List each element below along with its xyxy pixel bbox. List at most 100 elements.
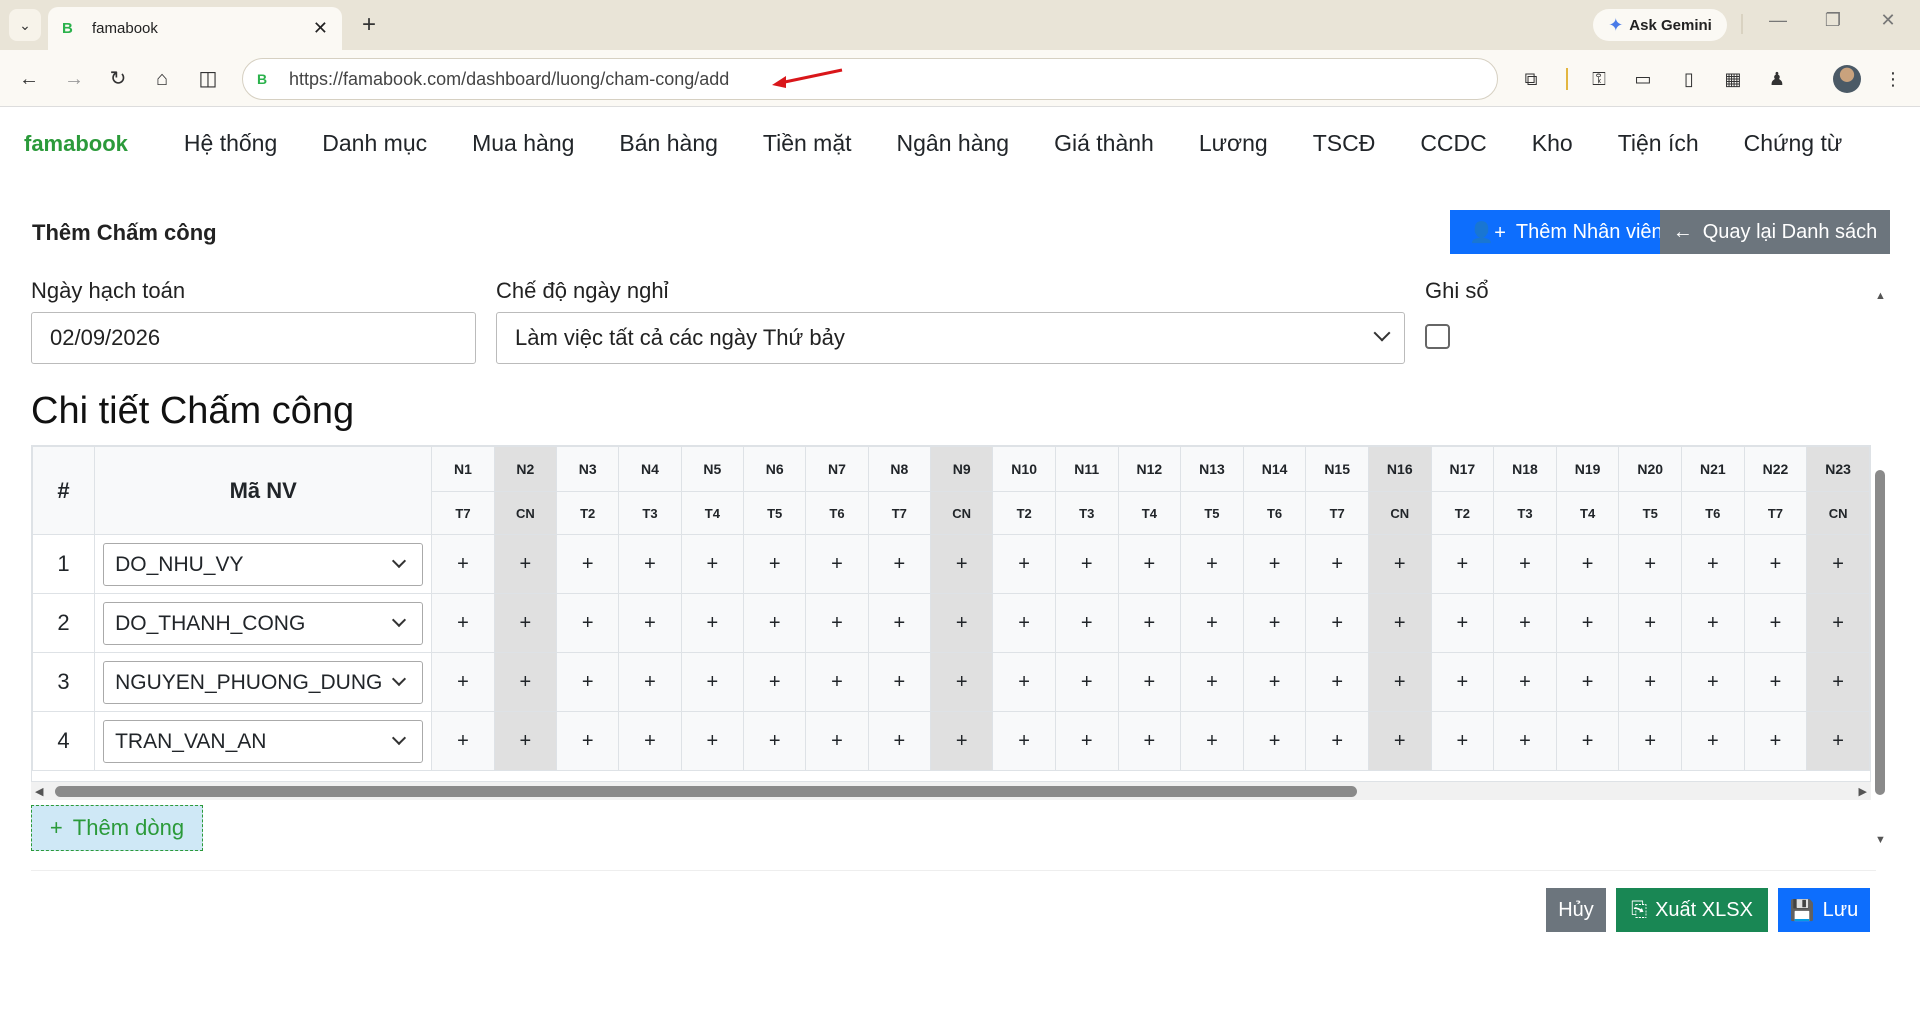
- attendance-cell[interactable]: +: [1681, 711, 1745, 771]
- scroll-down-icon[interactable]: ▼: [1875, 834, 1886, 846]
- attendance-cell[interactable]: +: [1806, 652, 1870, 712]
- attendance-cell[interactable]: +: [431, 711, 495, 771]
- attendance-cell[interactable]: +: [805, 711, 869, 771]
- attendance-cell[interactable]: +: [1618, 652, 1683, 712]
- attendance-cell[interactable]: +: [556, 652, 620, 712]
- attendance-cell[interactable]: +: [1618, 711, 1683, 771]
- add-row-button[interactable]: + Thêm dòng: [31, 805, 203, 851]
- forward-icon[interactable]: →: [60, 65, 88, 93]
- incognito-icon[interactable]: ♟: [1764, 66, 1790, 92]
- table-icon[interactable]: ▦: [1720, 66, 1746, 92]
- url-text[interactable]: https://famabook.com/dashboard/luong/cha…: [289, 69, 729, 90]
- address-bar[interactable]: B https://famabook.com/dashboard/luong/c…: [242, 58, 1498, 100]
- home-icon[interactable]: ⌂: [148, 65, 176, 93]
- extensions-icon[interactable]: ⧉: [1518, 66, 1544, 92]
- attendance-cell[interactable]: +: [680, 593, 745, 653]
- attendance-cell[interactable]: +: [493, 711, 558, 771]
- attendance-cell[interactable]: +: [1618, 534, 1683, 594]
- attendance-cell[interactable]: +: [1305, 534, 1369, 594]
- attendance-cell[interactable]: +: [1743, 534, 1808, 594]
- nav-item[interactable]: CCDC: [1420, 130, 1486, 157]
- attendance-cell[interactable]: +: [742, 652, 807, 712]
- attendance-cell[interactable]: +: [805, 593, 869, 653]
- attendance-cell[interactable]: +: [867, 652, 931, 712]
- attendance-cell[interactable]: +: [867, 711, 931, 771]
- attendance-cell[interactable]: +: [493, 593, 558, 653]
- attendance-cell[interactable]: +: [1430, 534, 1495, 594]
- attendance-cell[interactable]: +: [1054, 593, 1119, 653]
- ask-gemini-button[interactable]: ✦ Ask Gemini: [1593, 9, 1727, 41]
- attendance-cell[interactable]: +: [1054, 652, 1119, 712]
- attendance-cell[interactable]: +: [929, 652, 994, 712]
- attendance-cell[interactable]: +: [1117, 593, 1182, 653]
- attendance-cell[interactable]: +: [431, 593, 495, 653]
- attendance-cell[interactable]: +: [1305, 711, 1369, 771]
- scroll-thumb[interactable]: [1875, 470, 1885, 795]
- attendance-cell[interactable]: +: [618, 652, 682, 712]
- restore-icon[interactable]: ❐: [1818, 10, 1848, 31]
- attendance-cell[interactable]: +: [1743, 711, 1808, 771]
- mode-select[interactable]: Làm việc tất cả các ngày Thứ bảy: [496, 312, 1405, 364]
- attendance-cell[interactable]: +: [1367, 711, 1432, 771]
- employee-select[interactable]: DO_NHU_VY: [103, 542, 424, 586]
- attendance-cell[interactable]: +: [992, 534, 1056, 594]
- brand-logo[interactable]: famabook: [24, 131, 128, 157]
- attendance-cell[interactable]: +: [1180, 711, 1244, 771]
- attendance-cell[interactable]: +: [556, 711, 620, 771]
- date-input[interactable]: 02/09/2026: [31, 312, 476, 364]
- attendance-cell[interactable]: +: [1242, 534, 1307, 594]
- nav-item[interactable]: Giá thành: [1054, 130, 1154, 157]
- attendance-cell[interactable]: +: [1430, 593, 1495, 653]
- attendance-cell[interactable]: +: [1305, 593, 1369, 653]
- nav-item[interactable]: Ngân hàng: [897, 130, 1010, 157]
- key-icon[interactable]: ⚿: [1586, 66, 1612, 92]
- attendance-cell[interactable]: +: [1430, 711, 1495, 771]
- attendance-cell[interactable]: +: [1117, 711, 1182, 771]
- attendance-cell[interactable]: +: [1493, 711, 1557, 771]
- attendance-cell[interactable]: +: [1806, 711, 1870, 771]
- attendance-cell[interactable]: +: [618, 534, 682, 594]
- attendance-cell[interactable]: +: [1806, 534, 1870, 594]
- reload-icon[interactable]: ↻: [104, 65, 132, 93]
- scroll-right-icon[interactable]: ▶: [1859, 785, 1867, 798]
- scroll-up-icon[interactable]: ▲: [1875, 290, 1886, 302]
- horizontal-scrollbar[interactable]: ◀ ▶: [31, 782, 1871, 800]
- attendance-cell[interactable]: +: [1743, 593, 1808, 653]
- attendance-cell[interactable]: +: [1430, 652, 1495, 712]
- attendance-cell[interactable]: +: [929, 593, 994, 653]
- cancel-button[interactable]: Hủy: [1546, 888, 1606, 932]
- attendance-cell[interactable]: +: [742, 593, 807, 653]
- attendance-cell[interactable]: +: [1681, 534, 1745, 594]
- attendance-cell[interactable]: +: [680, 652, 745, 712]
- attendance-cell[interactable]: +: [493, 652, 558, 712]
- attendance-cell[interactable]: +: [1681, 652, 1745, 712]
- attendance-cell[interactable]: +: [992, 593, 1056, 653]
- employee-select[interactable]: NGUYEN_PHUONG_DUNG: [103, 660, 424, 704]
- close-window-icon[interactable]: ✕: [1873, 10, 1903, 31]
- new-tab-button[interactable]: +: [354, 10, 384, 40]
- attendance-cell[interactable]: +: [1806, 593, 1870, 653]
- kebab-menu-icon[interactable]: ⋮: [1880, 66, 1906, 92]
- attendance-cell[interactable]: +: [1054, 534, 1119, 594]
- nav-item[interactable]: Danh mục: [322, 130, 427, 157]
- attendance-cell[interactable]: +: [680, 534, 745, 594]
- attendance-cell[interactable]: +: [1180, 534, 1244, 594]
- attendance-cell[interactable]: +: [929, 534, 994, 594]
- tab-search-button[interactable]: ⌄: [9, 9, 41, 41]
- employee-select[interactable]: DO_THANH_CONG: [103, 601, 424, 645]
- nav-item[interactable]: Tiện ích: [1618, 130, 1699, 157]
- add-employee-button[interactable]: 👤+ Thêm Nhân viên: [1450, 210, 1682, 254]
- attendance-cell[interactable]: +: [742, 534, 807, 594]
- close-tab-icon[interactable]: ✕: [313, 18, 328, 39]
- attendance-cell[interactable]: +: [805, 534, 869, 594]
- attendance-cell[interactable]: +: [618, 593, 682, 653]
- attendance-cell[interactable]: +: [1555, 534, 1620, 594]
- attendance-cell[interactable]: +: [1242, 593, 1307, 653]
- attendance-cell[interactable]: +: [1367, 652, 1432, 712]
- scroll-left-icon[interactable]: ◀: [35, 785, 43, 798]
- attendance-cell[interactable]: +: [1180, 652, 1244, 712]
- attendance-cell[interactable]: +: [1180, 593, 1244, 653]
- nav-item[interactable]: Kho: [1532, 130, 1573, 157]
- attendance-cell[interactable]: +: [1555, 652, 1620, 712]
- attendance-cell[interactable]: +: [1493, 652, 1557, 712]
